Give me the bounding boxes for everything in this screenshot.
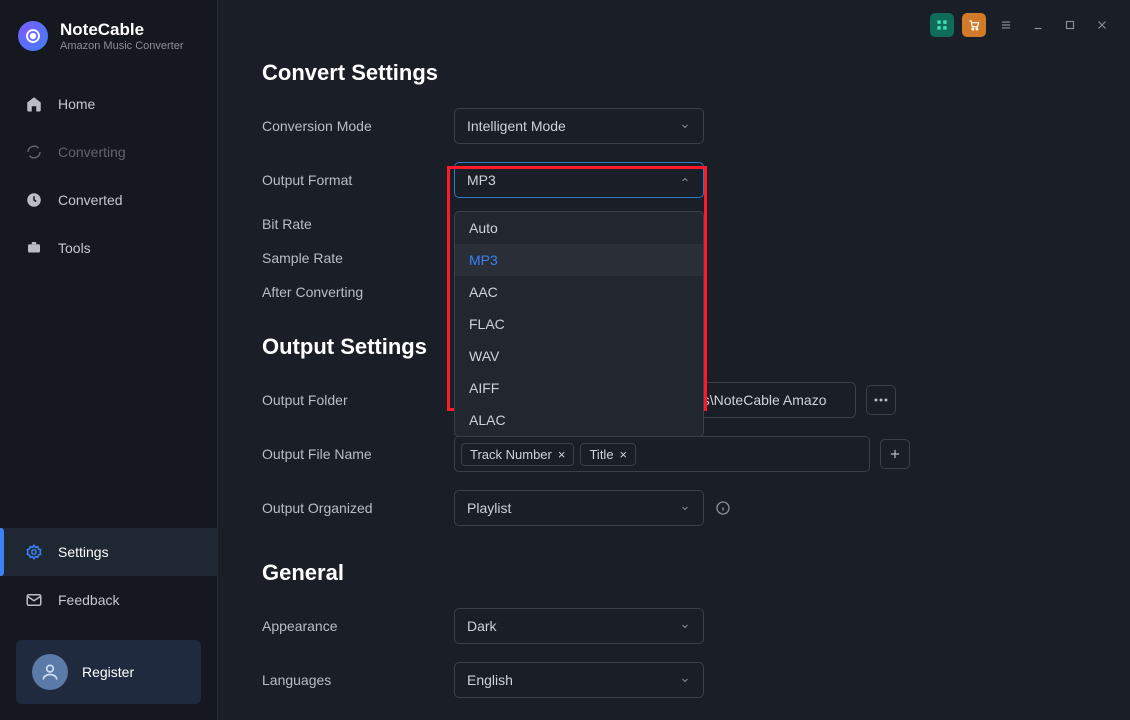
settings-icon <box>24 542 44 562</box>
select-value: Dark <box>467 618 497 634</box>
dropdown-option-aiff[interactable]: AIFF <box>455 372 703 404</box>
nav: Home Converting Converted Tools <box>0 68 217 272</box>
tag-track-number: Track Number × <box>461 443 574 466</box>
sidebar-item-label: Home <box>58 96 95 112</box>
avatar-icon <box>32 654 68 690</box>
label-appearance: Appearance <box>262 618 454 634</box>
home-icon <box>24 94 44 114</box>
brand-title: NoteCable <box>60 20 184 40</box>
sidebar-item-label: Converted <box>58 192 123 208</box>
row-conversion-mode: Conversion Mode Intelligent Mode <box>262 108 1076 144</box>
tag-remove-icon[interactable]: × <box>558 447 566 462</box>
conversion-mode-select[interactable]: Intelligent Mode <box>454 108 704 144</box>
row-output-filename: Output File Name Track Number × Title × <box>262 436 1076 472</box>
sidebar-item-tools[interactable]: Tools <box>0 224 217 272</box>
section-title-general: General <box>262 560 1076 586</box>
label-output-organized: Output Organized <box>262 500 454 516</box>
sidebar-item-home[interactable]: Home <box>0 80 217 128</box>
sidebar-item-label: Settings <box>58 544 109 560</box>
row-appearance: Appearance Dark <box>262 608 1076 644</box>
select-value: English <box>467 672 513 688</box>
tag-remove-icon[interactable]: × <box>620 447 628 462</box>
dropdown-option-wav[interactable]: WAV <box>455 340 703 372</box>
converting-icon <box>24 142 44 162</box>
sidebar: NoteCable Amazon Music Converter Home Co… <box>0 0 218 720</box>
dropdown-option-flac[interactable]: FLAC <box>455 308 703 340</box>
sidebar-item-converted[interactable]: Converted <box>0 176 217 224</box>
dropdown-option-auto[interactable]: Auto <box>455 212 703 244</box>
select-value: MP3 <box>467 172 496 188</box>
section-title-convert: Convert Settings <box>262 60 1076 86</box>
sidebar-item-label: Tools <box>58 240 91 256</box>
output-format-select[interactable]: MP3 <box>454 162 704 198</box>
brand-logo-icon <box>18 21 48 51</box>
label-output-folder: Output Folder <box>262 392 454 408</box>
label-languages: Languages <box>262 672 454 688</box>
main: Convert Settings Conversion Mode Intelli… <box>218 0 1130 720</box>
label-sample-rate: Sample Rate <box>262 250 454 266</box>
dropdown-option-mp3[interactable]: MP3 <box>455 244 703 276</box>
appearance-select[interactable]: Dark <box>454 608 704 644</box>
tools-icon <box>24 238 44 258</box>
languages-select[interactable]: English <box>454 662 704 698</box>
register-label: Register <box>82 664 134 680</box>
output-organized-select[interactable]: Playlist <box>454 490 704 526</box>
info-icon[interactable] <box>714 499 732 517</box>
sidebar-item-label: Converting <box>58 144 126 160</box>
brand-subtitle: Amazon Music Converter <box>60 40 184 52</box>
row-output-format: Output Format MP3 <box>262 162 1076 198</box>
dropdown-option-alac[interactable]: ALAC <box>455 404 703 436</box>
chevron-down-icon <box>679 620 691 632</box>
filename-tags-input[interactable]: Track Number × Title × <box>454 436 870 472</box>
label-output-format: Output Format <box>262 172 454 188</box>
sidebar-item-settings[interactable]: Settings <box>0 528 217 576</box>
chevron-down-icon <box>679 120 691 132</box>
tag-title: Title × <box>580 443 636 466</box>
chevron-up-icon <box>679 174 691 186</box>
feedback-icon <box>24 590 44 610</box>
chevron-down-icon <box>679 674 691 686</box>
converted-icon <box>24 190 44 210</box>
sidebar-item-converting[interactable]: Converting <box>0 128 217 176</box>
row-languages: Languages English <box>262 662 1076 698</box>
row-output-organized: Output Organized Playlist <box>262 490 1076 526</box>
register-button[interactable]: Register <box>16 640 201 704</box>
label-output-filename: Output File Name <box>262 446 454 462</box>
label-bit-rate: Bit Rate <box>262 216 454 232</box>
sidebar-item-label: Feedback <box>58 592 119 608</box>
add-tag-button[interactable] <box>880 439 910 469</box>
output-format-dropdown[interactable]: Auto MP3 AAC FLAC WAV AIFF ALAC <box>454 211 704 437</box>
select-value: Intelligent Mode <box>467 118 566 134</box>
dropdown-option-aac[interactable]: AAC <box>455 276 703 308</box>
sidebar-item-feedback[interactable]: Feedback <box>0 576 217 624</box>
brand: NoteCable Amazon Music Converter <box>0 0 217 68</box>
browse-button[interactable] <box>866 385 896 415</box>
chevron-down-icon <box>679 502 691 514</box>
label-after-converting: After Converting <box>262 284 454 300</box>
select-value: Playlist <box>467 500 511 516</box>
label-conversion-mode: Conversion Mode <box>262 118 454 134</box>
